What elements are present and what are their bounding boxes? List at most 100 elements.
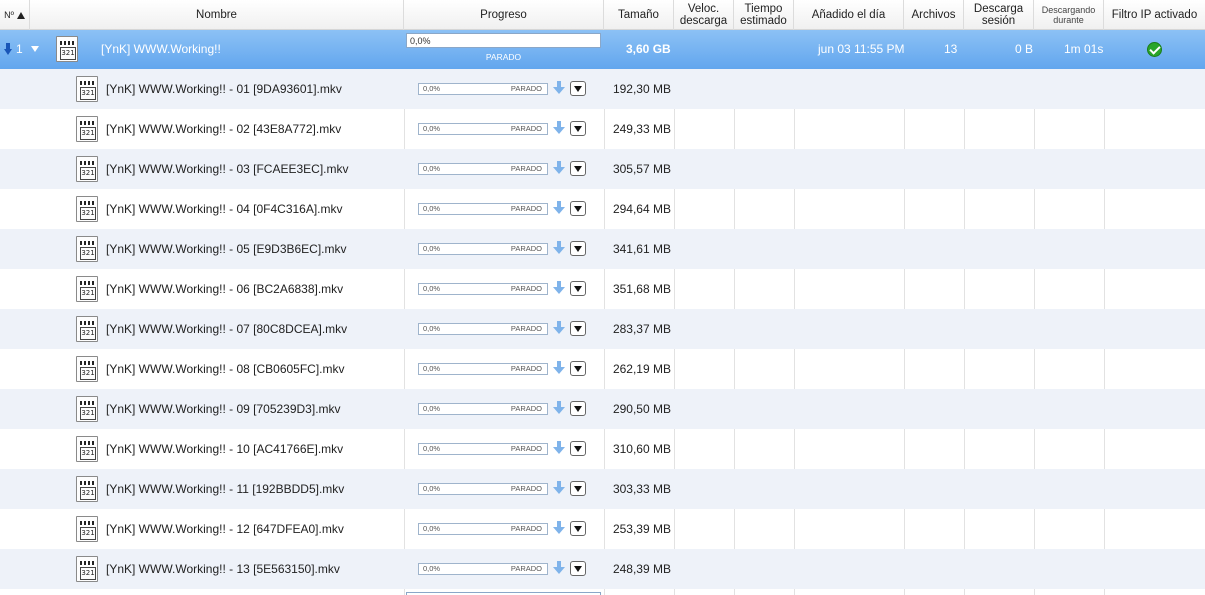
file-size: 253,39 MB xyxy=(612,522,671,536)
file-progress-bar: 0,0% PARADO xyxy=(418,403,548,415)
file-progress-text: 0,0% xyxy=(423,204,441,213)
file-size-cell: 192,30 MB xyxy=(604,69,674,109)
file-name: [YnK] WWW.Working!! - 07 [80C8DCEA].mkv xyxy=(106,322,348,336)
file-menu-button[interactable] xyxy=(570,161,586,176)
torrent-size: 3,60 GB xyxy=(626,42,671,56)
file-menu-button[interactable] xyxy=(570,441,586,456)
col-number-label: Nº xyxy=(4,10,14,20)
file-state: PARADO xyxy=(510,364,542,373)
download-priority-icon[interactable] xyxy=(552,81,566,95)
col-tiempo[interactable]: Tiempo estimado xyxy=(734,0,794,30)
file-menu-button[interactable] xyxy=(570,241,586,256)
file-progress-text: 0,0% xyxy=(423,164,441,173)
col-tamano-label: Tamaño xyxy=(618,9,659,21)
file-row[interactable]: [YnK] WWW.Working!! - 11 [192BBDD5].mkv … xyxy=(0,469,1205,509)
col-anadido[interactable]: Añadido el día xyxy=(794,0,904,30)
file-menu-button[interactable] xyxy=(570,281,586,296)
file-progress-bar: 0,0% PARADO xyxy=(418,363,548,375)
file-row[interactable]: [YnK] WWW.Working!! - 04 [0F4C316A].mkv … xyxy=(0,189,1205,229)
col-veloc-label: Veloc. descarga xyxy=(679,3,728,27)
col-descarga-sesion-label: Descarga sesión xyxy=(973,3,1024,27)
expand-chevron-icon[interactable] xyxy=(31,46,39,52)
download-priority-icon[interactable] xyxy=(552,521,566,535)
col-filtro[interactable]: Filtro IP activado xyxy=(1104,0,1205,30)
file-size-cell: 249,33 MB xyxy=(604,109,674,149)
col-progreso[interactable]: Progreso xyxy=(404,0,604,30)
col-number[interactable]: Nº xyxy=(0,0,30,30)
file-progress-text: 0,0% xyxy=(423,564,441,573)
file-menu-button[interactable] xyxy=(570,201,586,216)
file-state: PARADO xyxy=(510,404,542,413)
file-size-cell: 305,57 MB xyxy=(604,149,674,189)
file-progress-bar: 0,0% PARADO xyxy=(418,243,548,255)
file-row[interactable]: [YnK] WWW.Working!! - 03 [FCAEE3EC].mkv … xyxy=(0,149,1205,189)
file-row[interactable]: [YnK] WWW.Working!! - 01 [9DA93601].mkv … xyxy=(0,69,1205,109)
video-file-icon xyxy=(76,116,98,142)
download-priority-icon[interactable] xyxy=(552,201,566,215)
col-tamano[interactable]: Tamaño xyxy=(604,0,674,30)
file-menu-button[interactable] xyxy=(570,561,586,576)
file-menu-button[interactable] xyxy=(570,81,586,96)
file-menu-button[interactable] xyxy=(570,521,586,536)
file-row[interactable]: [YnK] WWW.Working!! - 02 [43E8A772].mkv … xyxy=(0,109,1205,149)
download-priority-icon[interactable] xyxy=(552,321,566,335)
file-size: 310,60 MB xyxy=(612,442,671,456)
file-size: 249,33 MB xyxy=(612,122,671,136)
download-priority-icon[interactable] xyxy=(552,361,566,375)
file-row[interactable]: [YnK] WWW.Working!! - 07 [80C8DCEA].mkv … xyxy=(0,309,1205,349)
file-row[interactable]: [YnK] WWW.Working!! - 12 [647DFEA0].mkv … xyxy=(0,509,1205,549)
torrent-added: jun 03 11:55 PM xyxy=(818,42,905,56)
file-progress-text: 0,0% xyxy=(423,484,441,493)
col-tiempo-label: Tiempo estimado xyxy=(740,3,787,27)
file-menu-button[interactable] xyxy=(570,321,586,336)
file-name: [YnK] WWW.Working!! - 01 [9DA93601].mkv xyxy=(106,82,342,96)
file-state: PARADO xyxy=(510,284,542,293)
file-state: PARADO xyxy=(510,164,542,173)
file-name: [YnK] WWW.Working!! - 09 [705239D3].mkv xyxy=(106,402,341,416)
file-row[interactable]: [YnK] WWW.Working!! - 08 [CB0605FC].mkv … xyxy=(0,349,1205,389)
col-descargando[interactable]: Descargando durante xyxy=(1034,0,1104,30)
video-file-icon xyxy=(56,36,78,62)
download-priority-icon[interactable] xyxy=(552,161,566,175)
col-archivos[interactable]: Archivos xyxy=(904,0,964,30)
video-file-icon xyxy=(76,196,98,222)
file-size: 341,61 MB xyxy=(612,242,671,256)
file-menu-button[interactable] xyxy=(570,121,586,136)
file-menu-button[interactable] xyxy=(570,401,586,416)
file-progress-text: 0,0% xyxy=(423,244,441,253)
file-size-cell: 253,39 MB xyxy=(604,509,674,549)
file-row[interactable]: [YnK] WWW.Working!! - 09 [705239D3].mkv … xyxy=(0,389,1205,429)
file-progress-text: 0,0% xyxy=(423,124,441,133)
file-row[interactable]: [YnK] WWW.Working!! - 05 [E9D3B6EC].mkv … xyxy=(0,229,1205,269)
download-arrow-icon xyxy=(4,43,12,55)
download-priority-icon[interactable] xyxy=(552,561,566,575)
file-name: [YnK] WWW.Working!! - 10 [AC41766E].mkv xyxy=(106,442,344,456)
file-row[interactable]: [YnK] WWW.Working!! - 10 [AC41766E].mkv … xyxy=(0,429,1205,469)
file-menu-button[interactable] xyxy=(570,361,586,376)
video-file-icon xyxy=(76,396,98,422)
file-state: PARADO xyxy=(510,244,542,253)
video-file-icon xyxy=(76,356,98,382)
file-row[interactable]: [YnK] WWW.Working!! - 06 [BC2A6838].mkv … xyxy=(0,269,1205,309)
col-anadido-label: Añadido el día xyxy=(811,9,886,21)
file-size-cell: 351,68 MB xyxy=(604,269,674,309)
file-size: 303,33 MB xyxy=(612,482,671,496)
download-priority-icon[interactable] xyxy=(552,281,566,295)
file-size-cell: 303,33 MB xyxy=(604,469,674,509)
check-icon xyxy=(1147,42,1162,57)
col-nombre[interactable]: Nombre xyxy=(30,0,404,30)
download-priority-icon[interactable] xyxy=(552,401,566,415)
download-priority-icon[interactable] xyxy=(552,441,566,455)
file-name: [YnK] WWW.Working!! - 13 [5E563150].mkv xyxy=(106,562,340,576)
col-descarga-sesion[interactable]: Descarga sesión xyxy=(964,0,1034,30)
file-size-cell: 294,64 MB xyxy=(604,189,674,229)
col-veloc[interactable]: Veloc. descarga xyxy=(674,0,734,30)
file-progress-bar: 0,0% PARADO xyxy=(418,203,548,215)
file-menu-button[interactable] xyxy=(570,481,586,496)
torrent-row[interactable]: 1 [YnK] WWW.Working!! 0,0% PARADO 3,60 G… xyxy=(0,30,1205,69)
download-priority-icon[interactable] xyxy=(552,481,566,495)
download-priority-icon[interactable] xyxy=(552,121,566,135)
file-name: [YnK] WWW.Working!! - 08 [CB0605FC].mkv xyxy=(106,362,345,376)
download-priority-icon[interactable] xyxy=(552,241,566,255)
file-row[interactable]: [YnK] WWW.Working!! - 13 [5E563150].mkv … xyxy=(0,549,1205,589)
